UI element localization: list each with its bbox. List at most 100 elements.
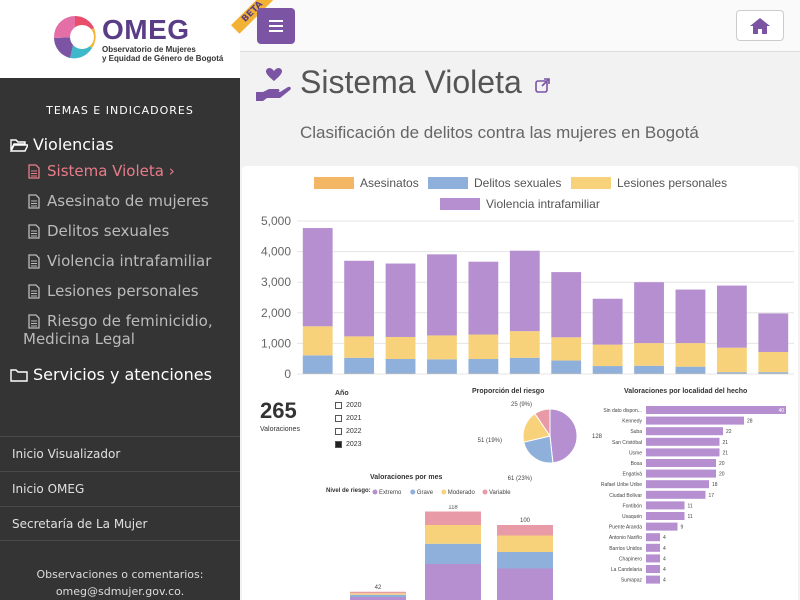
bar-segment[interactable] bbox=[551, 272, 582, 338]
checkbox[interactable] bbox=[335, 415, 342, 422]
locality-value: 20 bbox=[719, 461, 725, 467]
bar-segment[interactable] bbox=[634, 282, 664, 344]
bar-segment[interactable] bbox=[468, 359, 499, 374]
bar-segment[interactable] bbox=[716, 372, 747, 374]
logo[interactable]: OMEG Observatorio de Mujeres y Equidad d… bbox=[0, 0, 240, 78]
locality-label: Suba bbox=[630, 429, 642, 435]
sidebar-item-delitos-sexuales[interactable]: Delitos sexuales bbox=[28, 222, 169, 240]
link-secretaria-mujer[interactable]: Secretaría de La Mujer bbox=[0, 506, 240, 541]
pie-label: 61 (23%) bbox=[508, 476, 532, 482]
bar-segment[interactable] bbox=[427, 254, 457, 336]
bar-segment[interactable] bbox=[758, 372, 789, 374]
menu-toggle-button[interactable] bbox=[257, 8, 295, 44]
locality-bar[interactable] bbox=[646, 554, 660, 563]
bar-segment[interactable] bbox=[634, 343, 664, 366]
locality-bar[interactable] bbox=[646, 543, 660, 552]
locality-bar[interactable] bbox=[646, 437, 720, 446]
bar-segment[interactable] bbox=[344, 336, 375, 358]
locality-bar[interactable] bbox=[646, 565, 660, 573]
risk-pie-chart: 128 (48%)61 (23%)51 (19%)25 (9%) bbox=[478, 402, 602, 482]
bar-segment[interactable] bbox=[427, 335, 457, 360]
locality-bar[interactable] bbox=[646, 448, 720, 457]
bar-segment[interactable] bbox=[551, 360, 582, 374]
category-violencias[interactable]: Violencias bbox=[10, 135, 114, 154]
bar-segment[interactable] bbox=[427, 359, 457, 374]
month-bar-segment[interactable] bbox=[497, 535, 553, 553]
bar-segment[interactable] bbox=[634, 365, 664, 374]
bar-segment[interactable] bbox=[509, 331, 540, 358]
locality-bar[interactable] bbox=[646, 501, 685, 510]
bar-segment[interactable] bbox=[509, 250, 540, 332]
month-legend: Extremo Grave Moderado Variable bbox=[372, 489, 511, 496]
bar-segment[interactable] bbox=[468, 334, 499, 360]
bar-segment[interactable] bbox=[509, 357, 540, 374]
locality-label: Fontibón bbox=[623, 503, 643, 509]
locality-value: 18 bbox=[712, 482, 718, 488]
year-option-2021[interactable]: 2021 bbox=[335, 415, 362, 422]
home-button[interactable] bbox=[736, 10, 784, 41]
locality-bar[interactable] bbox=[646, 416, 744, 425]
checkbox[interactable] bbox=[335, 428, 342, 435]
bar-segment[interactable] bbox=[675, 343, 706, 367]
sidebar-item-violencia-intrafamiliar[interactable]: Violencia intrafamiliar bbox=[28, 252, 211, 270]
bar-segment[interactable] bbox=[675, 366, 706, 374]
stacked-bar-chart: 5,000 4,000 3,000 2,000 1,000 0 bbox=[261, 214, 794, 381]
locality-bar[interactable] bbox=[646, 575, 660, 584]
locality-bar[interactable] bbox=[646, 427, 723, 436]
checkbox[interactable] bbox=[335, 402, 342, 409]
locality-bar[interactable] bbox=[646, 469, 716, 478]
locality-bar[interactable] bbox=[646, 533, 660, 542]
bar-segment[interactable] bbox=[302, 355, 333, 374]
month-bar-segment[interactable] bbox=[497, 568, 553, 600]
locality-label: Engativá bbox=[623, 472, 643, 478]
feedback-email[interactable]: omeg@sdmujer.gov.co. bbox=[0, 583, 240, 600]
locality-bar[interactable] bbox=[646, 406, 786, 414]
bar-segment[interactable] bbox=[758, 351, 789, 373]
bar-segment[interactable] bbox=[758, 313, 789, 352]
year-option-2022[interactable]: 2022 bbox=[335, 428, 362, 435]
month-bar-segment[interactable] bbox=[425, 525, 481, 544]
year-option-2020[interactable]: 2020 bbox=[335, 402, 362, 409]
sidebar-item-asesinato[interactable]: Asesinato de mujeres bbox=[28, 192, 209, 210]
bar-segment[interactable] bbox=[592, 366, 623, 374]
month-bar-segment[interactable] bbox=[425, 511, 481, 526]
bar-segment[interactable] bbox=[385, 263, 416, 337]
bar-segment[interactable] bbox=[716, 347, 747, 373]
sidebar-item-label: Riesgo de feminicidio, bbox=[47, 312, 213, 330]
year-option-2023[interactable]: 2023 bbox=[335, 441, 362, 448]
sidebar-item-sistema-violeta[interactable]: Sistema Violeta › bbox=[28, 162, 175, 180]
link-inicio-omeg[interactable]: Inicio OMEG bbox=[0, 471, 240, 506]
month-bar-segment[interactable] bbox=[497, 525, 553, 536]
bar-segment[interactable] bbox=[551, 337, 582, 361]
bar-segment[interactable] bbox=[468, 261, 499, 335]
month-bar-segment[interactable] bbox=[350, 593, 406, 595]
locality-bar[interactable] bbox=[646, 512, 685, 520]
bar-segment[interactable] bbox=[675, 289, 706, 344]
link-inicio-visualizador[interactable]: Inicio Visualizador bbox=[0, 436, 240, 471]
locality-bar[interactable] bbox=[646, 480, 709, 489]
month-bar-segment[interactable] bbox=[350, 591, 406, 594]
bar-segment[interactable] bbox=[592, 298, 623, 345]
sidebar-item-lesiones[interactable]: Lesiones personales bbox=[28, 282, 199, 300]
month-bar-segment[interactable] bbox=[425, 564, 481, 600]
sidebar-item-label: Violencia intrafamiliar bbox=[47, 252, 212, 270]
month-bar-segment[interactable] bbox=[497, 552, 553, 569]
bar-segment[interactable] bbox=[385, 359, 416, 374]
sidebar-item-riesgo-feminicidio[interactable]: Riesgo de feminicidio, Medicina Legal bbox=[23, 312, 213, 348]
bar-segment[interactable] bbox=[344, 357, 375, 374]
bar-segment[interactable] bbox=[344, 260, 375, 337]
month-bar-segment[interactable] bbox=[350, 594, 406, 597]
locality-bar[interactable] bbox=[646, 490, 706, 499]
external-link-icon[interactable] bbox=[535, 78, 550, 93]
bar-segment[interactable] bbox=[302, 326, 333, 356]
bar-segment[interactable] bbox=[716, 285, 747, 348]
bar-segment[interactable] bbox=[302, 228, 333, 327]
locality-bar[interactable] bbox=[646, 522, 678, 531]
locality-bar[interactable] bbox=[646, 459, 716, 467]
pie-slice[interactable] bbox=[549, 408, 578, 464]
checkbox-checked[interactable] bbox=[335, 441, 342, 448]
month-bar-segment[interactable] bbox=[425, 543, 481, 564]
bar-segment[interactable] bbox=[592, 344, 623, 367]
category-servicios[interactable]: Servicios y atenciones bbox=[10, 365, 212, 384]
bar-segment[interactable] bbox=[385, 336, 416, 360]
